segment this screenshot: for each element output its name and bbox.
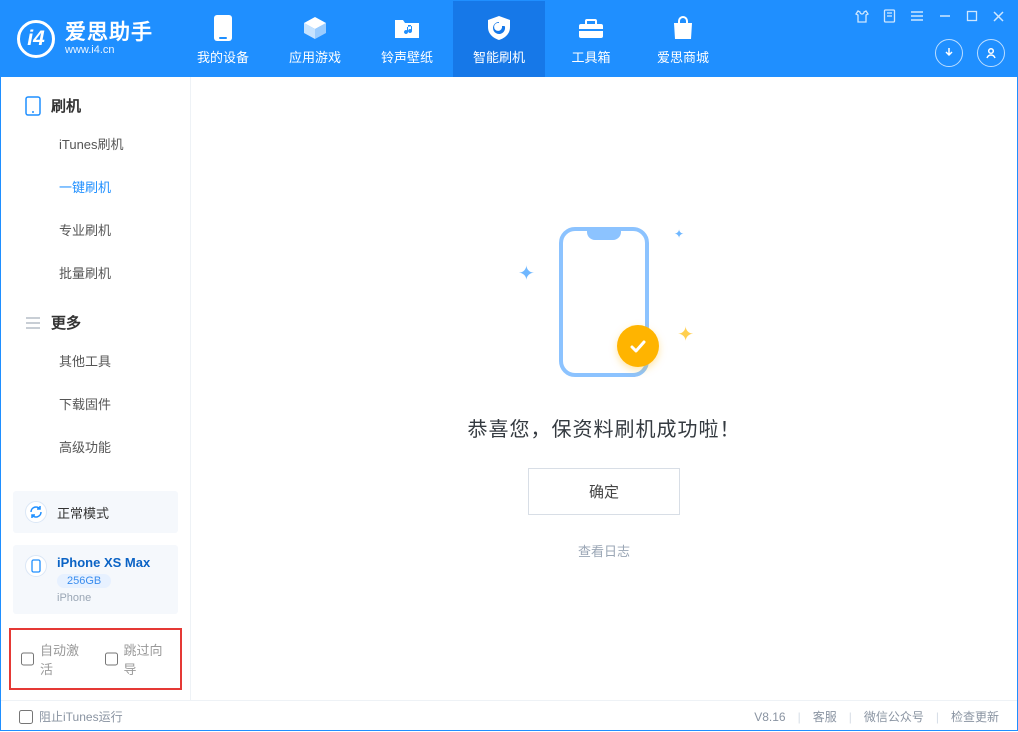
checkbox-label: 阻止iTunes运行 (39, 708, 123, 725)
top-nav: 我的设备 应用游戏 铃声壁纸 智能刷机 工具箱 爱思商城 (177, 1, 855, 77)
list-icon (25, 316, 41, 330)
version-label: V8.16 (754, 710, 785, 724)
sparkle-icon: ✦ (518, 261, 535, 286)
sidebar-category-flash: 刷机 (1, 77, 190, 122)
sidebar: 刷机 iTunes刷机 一键刷机 专业刷机 批量刷机 更多 其他工具 下载固件 … (1, 77, 191, 700)
wechat-link[interactable]: 微信公众号 (864, 708, 924, 725)
brand: i4 爱思助手 www.i4.cn (1, 1, 177, 77)
success-message: 恭喜您，保资料刷机成功啦！ (468, 413, 741, 442)
nav-smart-flash[interactable]: 智能刷机 (453, 1, 545, 77)
sidebar-item-firmware[interactable]: 下载固件 (1, 382, 190, 425)
nav-label: 应用游戏 (289, 47, 341, 66)
highlighted-options-box: 自动激活 跳过向导 (9, 628, 182, 690)
phone-icon (25, 96, 41, 116)
shirt-icon[interactable] (855, 9, 869, 26)
success-illustration: ✦ ✦ ✦ (514, 217, 694, 387)
check-badge-icon (617, 325, 659, 367)
device-panel[interactable]: iPhone XS Max 256GB iPhone (13, 545, 178, 614)
main-content: ✦ ✦ ✦ 恭喜您，保资料刷机成功啦！ 确定 查看日志 (191, 77, 1017, 700)
bag-icon (668, 13, 698, 43)
checkbox-input[interactable] (105, 652, 118, 666)
sidebar-item-advanced[interactable]: 高级功能 (1, 425, 190, 468)
device-capacity-badge: 256GB (57, 574, 111, 588)
sync-icon (25, 501, 47, 523)
customer-service-link[interactable]: 客服 (813, 708, 837, 725)
brand-logo-icon: i4 (17, 20, 55, 58)
device-icon (208, 13, 238, 43)
phone-outline-icon (559, 227, 649, 377)
nav-my-device[interactable]: 我的设备 (177, 1, 269, 77)
separator: | (798, 710, 801, 724)
nav-store[interactable]: 爱思商城 (637, 1, 729, 77)
note-icon[interactable] (883, 9, 896, 26)
brand-title: 爱思助手 (65, 22, 153, 44)
phone-small-icon (25, 555, 47, 577)
separator: | (849, 710, 852, 724)
mode-panel[interactable]: 正常模式 (13, 491, 178, 533)
sidebar-item-pro-flash[interactable]: 专业刷机 (1, 208, 190, 251)
menu-icon[interactable] (910, 10, 924, 25)
sidebar-category-more: 更多 (1, 294, 190, 339)
window-controls-area (855, 1, 1017, 77)
checkbox-input[interactable] (19, 710, 33, 724)
mode-label: 正常模式 (57, 503, 109, 522)
sidebar-category-label: 刷机 (51, 95, 81, 116)
device-type: iPhone (57, 592, 150, 604)
cube-icon (300, 13, 330, 43)
check-update-link[interactable]: 检查更新 (951, 708, 999, 725)
maximize-button[interactable] (966, 10, 978, 25)
nav-label: 铃声壁纸 (381, 47, 433, 66)
checkbox-label: 自动激活 (40, 640, 87, 678)
sparkle-icon: ✦ (677, 322, 694, 347)
toolbox-icon (576, 13, 606, 43)
close-button[interactable] (992, 10, 1005, 26)
minimize-button[interactable] (938, 9, 952, 26)
sidebar-item-itunes-flash[interactable]: iTunes刷机 (1, 122, 190, 165)
checkbox-label: 跳过向导 (124, 640, 171, 678)
shield-refresh-icon (484, 13, 514, 43)
separator: | (936, 710, 939, 724)
nav-label: 工具箱 (571, 47, 610, 66)
music-folder-icon (392, 13, 422, 43)
nav-label: 爱思商城 (657, 47, 709, 66)
nav-ringtone[interactable]: 铃声壁纸 (361, 1, 453, 77)
user-button[interactable] (977, 39, 1005, 67)
view-log-link[interactable]: 查看日志 (578, 541, 630, 560)
checkbox-auto-activate[interactable]: 自动激活 (21, 640, 87, 678)
checkbox-skip-guide[interactable]: 跳过向导 (105, 640, 171, 678)
nav-label: 智能刷机 (473, 47, 525, 66)
sparkle-icon: ✦ (674, 227, 684, 241)
titlebar: i4 爱思助手 www.i4.cn 我的设备 应用游戏 铃声壁纸 智能刷机 工具… (1, 1, 1017, 77)
download-button[interactable] (935, 39, 963, 67)
sidebar-item-batch-flash[interactable]: 批量刷机 (1, 251, 190, 294)
confirm-button[interactable]: 确定 (528, 468, 680, 515)
sidebar-item-oneclick-flash[interactable]: 一键刷机 (1, 165, 190, 208)
nav-toolbox[interactable]: 工具箱 (545, 1, 637, 77)
statusbar: 阻止iTunes运行 V8.16 | 客服 | 微信公众号 | 检查更新 (1, 700, 1017, 732)
sidebar-category-label: 更多 (51, 312, 81, 333)
sidebar-item-other-tools[interactable]: 其他工具 (1, 339, 190, 382)
nav-apps[interactable]: 应用游戏 (269, 1, 361, 77)
checkbox-block-itunes[interactable]: 阻止iTunes运行 (19, 708, 123, 725)
checkbox-input[interactable] (21, 652, 34, 666)
brand-subtitle: www.i4.cn (65, 44, 153, 56)
nav-label: 我的设备 (197, 47, 249, 66)
device-name: iPhone XS Max (57, 555, 150, 570)
